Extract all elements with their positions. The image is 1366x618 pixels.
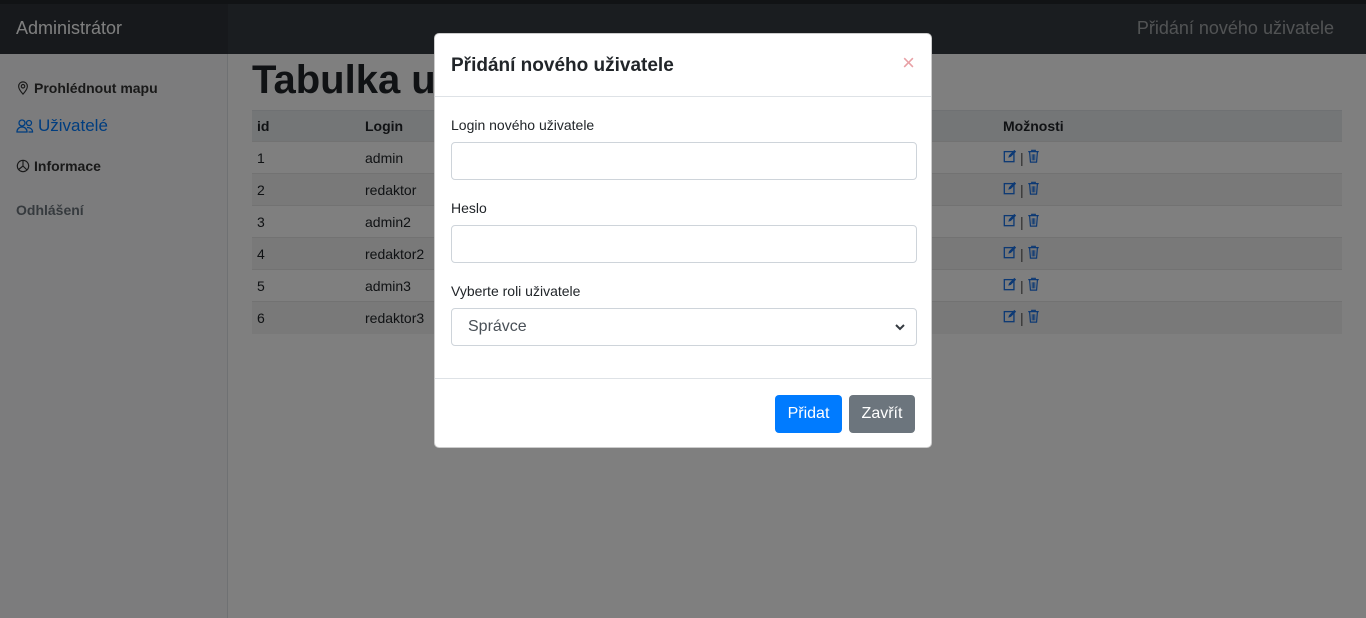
- role-selected-value: Správce: [468, 318, 527, 335]
- close-icon[interactable]: ×: [902, 52, 915, 74]
- modal-title: Přidání nového uživatele: [451, 55, 674, 76]
- close-button[interactable]: Zavřít: [849, 395, 915, 433]
- add-button[interactable]: Přidat: [775, 395, 842, 433]
- password-label: Heslo: [451, 200, 487, 216]
- modal-footer: Přidat Zavřít: [435, 378, 931, 449]
- login-input[interactable]: [451, 142, 917, 180]
- login-label: Login nového uživatele: [451, 117, 595, 133]
- add-user-modal: Přidání nového uživatele × Login nového …: [434, 33, 932, 448]
- password-input[interactable]: [451, 225, 917, 263]
- modal-header: Přidání nového uživatele ×: [435, 34, 931, 97]
- chevron-down-icon: [895, 324, 905, 331]
- role-select[interactable]: Správce: [451, 308, 917, 346]
- role-label: Vyberte roli uživatele: [451, 283, 581, 299]
